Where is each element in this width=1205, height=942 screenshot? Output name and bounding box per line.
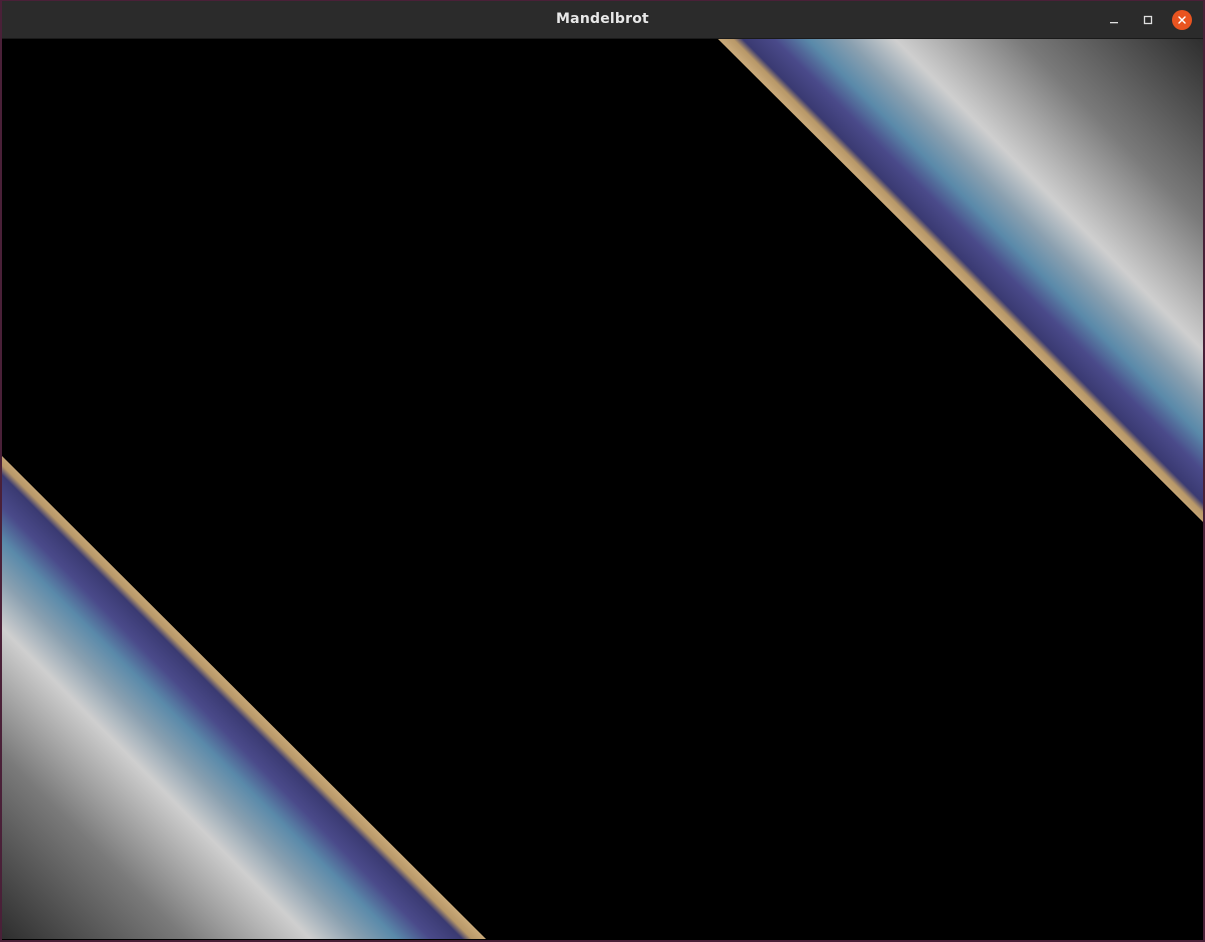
app-window: Mandelbrot	[0, 0, 1205, 942]
minimize-button[interactable]	[1104, 10, 1124, 30]
fractal-render	[2, 39, 1203, 939]
title-bar[interactable]: Mandelbrot	[2, 1, 1203, 39]
minimize-icon	[1110, 22, 1118, 24]
maximize-icon	[1143, 15, 1153, 25]
close-icon	[1178, 16, 1186, 24]
close-button[interactable]	[1172, 10, 1192, 30]
maximize-button[interactable]	[1138, 10, 1158, 30]
window-title: Mandelbrot	[556, 11, 649, 27]
mandelbrot-canvas[interactable]	[2, 39, 1203, 939]
